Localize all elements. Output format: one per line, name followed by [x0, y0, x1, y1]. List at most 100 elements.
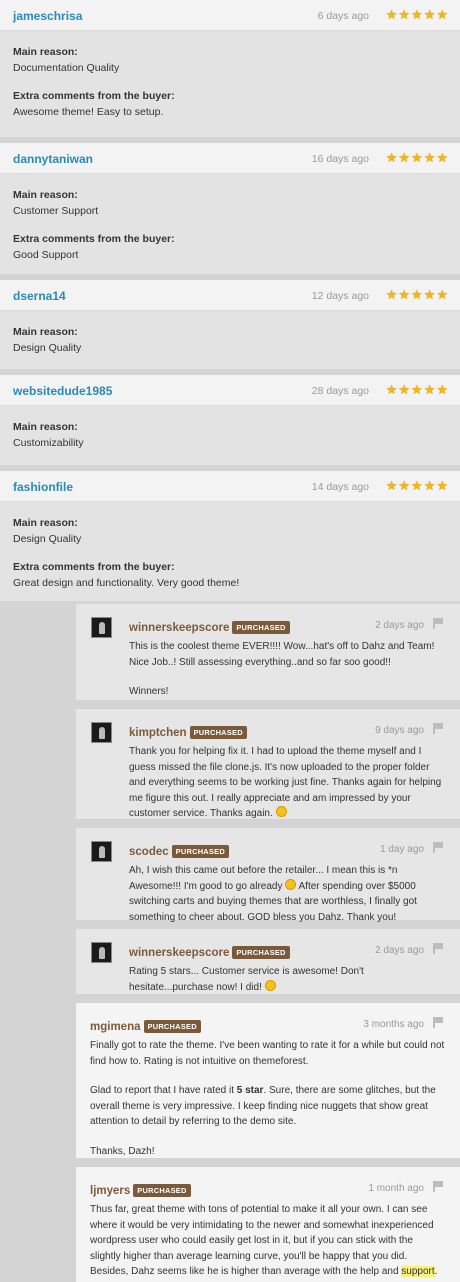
review-header: jameschrisa 6 days ago ★ ★ ★ ★ ★ [0, 0, 460, 31]
comment: scodec PURCHASED 1 day ago Ah, I wish thi… [76, 828, 460, 923]
reason-label: Main reason: [13, 189, 78, 201]
review-date: 14 days ago [311, 481, 369, 493]
comment-date: 2 days ago [375, 620, 424, 631]
review-username[interactable]: dserna14 [13, 289, 66, 303]
comment-username[interactable]: kimptchen [129, 727, 187, 739]
reason-label: Main reason: [13, 421, 78, 433]
comment-text: Thus far, great theme with tons of poten… [90, 1202, 446, 1280]
review-card: websitedude1985 28 days ago ★ ★ ★ ★ ★ Main r… [0, 369, 460, 465]
review-body: Main reason: Customizability [0, 406, 460, 465]
comments-value: Awesome theme! Easy to setup. [13, 106, 164, 118]
comment-paragraph: . [434, 1266, 438, 1277]
comment-username[interactable]: winnerskeepscore [129, 622, 229, 634]
flag-icon[interactable] [433, 943, 443, 954]
flag-icon[interactable] [433, 1181, 443, 1192]
star-icon: ★ [385, 287, 398, 302]
avatar[interactable] [91, 722, 112, 743]
star-icon: ★ [423, 382, 436, 397]
comment-paragraph: Finally got to rate the theme. I've been… [90, 1040, 445, 1067]
review-card: dannytaniwan 16 days ago ★ ★ ★ ★ ★ Main reas… [0, 137, 460, 274]
avatar[interactable] [91, 841, 112, 862]
star-icon: ★ [385, 7, 398, 22]
review-header: websitedude1985 28 days ago ★ ★ ★ ★ ★ [0, 375, 460, 406]
review-username[interactable]: dannytaniwan [13, 152, 93, 166]
review-header: dserna14 12 days ago ★ ★ ★ ★ ★ [0, 280, 460, 311]
reason-value: Customizability [13, 437, 84, 449]
comment-text: Ah, I wish this came out before the reta… [129, 863, 446, 925]
review-header: fashionfile 14 days ago ★ ★ ★ ★ ★ [0, 471, 460, 502]
comment-paragraph: Thanks, Dazh! [90, 1145, 155, 1157]
rating-highlight: 5 star [236, 1085, 264, 1096]
star-icon: ★ [385, 150, 398, 165]
star-icon: ★ [423, 478, 436, 493]
comment-paragraph: Winners! [129, 686, 169, 697]
reason-label: Main reason: [13, 46, 78, 58]
comment-date: 9 days ago [375, 725, 424, 736]
comment: ljmyers PURCHASED 1 month ago Thus far, g… [76, 1167, 460, 1282]
smiley-icon [275, 806, 287, 817]
star-icon: ★ [423, 287, 436, 302]
comments-label: Extra comments from the buyer: [13, 90, 175, 102]
purchased-badge: PURCHASED [143, 1020, 201, 1033]
comment-text: Rating 5 stars... Customer service is aw… [129, 964, 446, 995]
avatar[interactable] [91, 617, 112, 638]
star-icon: ★ [385, 478, 398, 493]
comment-date: 2 days ago [375, 945, 424, 956]
review-card: jameschrisa 6 days ago ★ ★ ★ ★ ★ Main reason… [0, 0, 460, 137]
reason-value: Design Quality [13, 533, 82, 545]
comment-username[interactable]: winnerskeepscore [129, 947, 229, 959]
review-date: 28 days ago [311, 385, 369, 397]
highlighted-word: support [401, 1266, 435, 1277]
star-icon: ★ [411, 478, 423, 493]
review-card: dserna14 12 days ago ★ ★ ★ ★ ★ Main reason: … [0, 274, 460, 369]
review-body: Main reason: Design Quality Extra commen… [0, 502, 460, 601]
star-icon: ★ [398, 478, 411, 493]
star-icon: ★ [398, 7, 411, 22]
star-icon: ★ [436, 287, 448, 302]
star-icon: ★ [436, 7, 448, 22]
avatar[interactable] [91, 942, 112, 963]
review-username[interactable]: fashionfile [13, 480, 73, 494]
star-rating: ★ ★ ★ ★ ★ [386, 151, 448, 164]
review-username[interactable]: websitedude1985 [13, 384, 112, 398]
purchased-badge: PURCHASED [133, 1184, 191, 1197]
comment-username[interactable]: mgimena [90, 1021, 141, 1033]
comments-value: Great design and functionality. Very goo… [13, 577, 240, 589]
review-date: 12 days ago [311, 290, 369, 302]
comment-date: 1 month ago [368, 1183, 424, 1194]
review-body: Main reason: Documentation Quality Extra… [0, 31, 460, 137]
comment: kimptchen PURCHASED 9 days ago Thank you … [76, 709, 460, 819]
star-icon: ★ [436, 478, 448, 493]
star-icon: ★ [385, 382, 398, 397]
star-icon: ★ [411, 7, 423, 22]
reason-value: Customer Support [13, 205, 99, 217]
comment-text: Thank you for helping fix it. I had to u… [129, 744, 446, 822]
comments-value: Good Support [13, 249, 79, 261]
star-icon: ★ [398, 382, 411, 397]
star-icon: ★ [436, 150, 448, 165]
review-header: dannytaniwan 16 days ago ★ ★ ★ ★ ★ [0, 143, 460, 174]
review-username[interactable]: jameschrisa [13, 9, 82, 23]
comment-username[interactable]: scodec [129, 846, 169, 858]
comment-username[interactable]: ljmyers [90, 1185, 130, 1197]
flag-icon[interactable] [433, 723, 443, 734]
purchased-badge: PURCHASED [232, 946, 290, 959]
smiley-icon [285, 878, 297, 890]
reason-label: Main reason: [13, 326, 78, 338]
flag-icon[interactable] [433, 618, 443, 629]
reason-value: Documentation Quality [13, 62, 120, 74]
reason-value: Design Quality [13, 342, 82, 354]
flag-icon[interactable] [433, 842, 443, 853]
flag-icon[interactable] [433, 1017, 443, 1028]
star-icon: ★ [398, 150, 411, 165]
purchased-badge: PURCHASED [189, 726, 247, 739]
comments-label: Extra comments from the buyer: [13, 561, 175, 573]
star-icon: ★ [411, 287, 423, 302]
comment-paragraph: Glad to report that I have rated it [90, 1085, 234, 1096]
comment-text: This is the coolest theme EVER!!!! Wow..… [129, 639, 446, 700]
comments-label: Extra comments from the buyer: [13, 233, 175, 245]
star-icon: ★ [411, 382, 423, 397]
star-icon: ★ [423, 150, 436, 165]
comment-paragraph: Thus far, great theme with tons of poten… [90, 1204, 434, 1277]
comment-date: 3 months ago [363, 1019, 424, 1030]
